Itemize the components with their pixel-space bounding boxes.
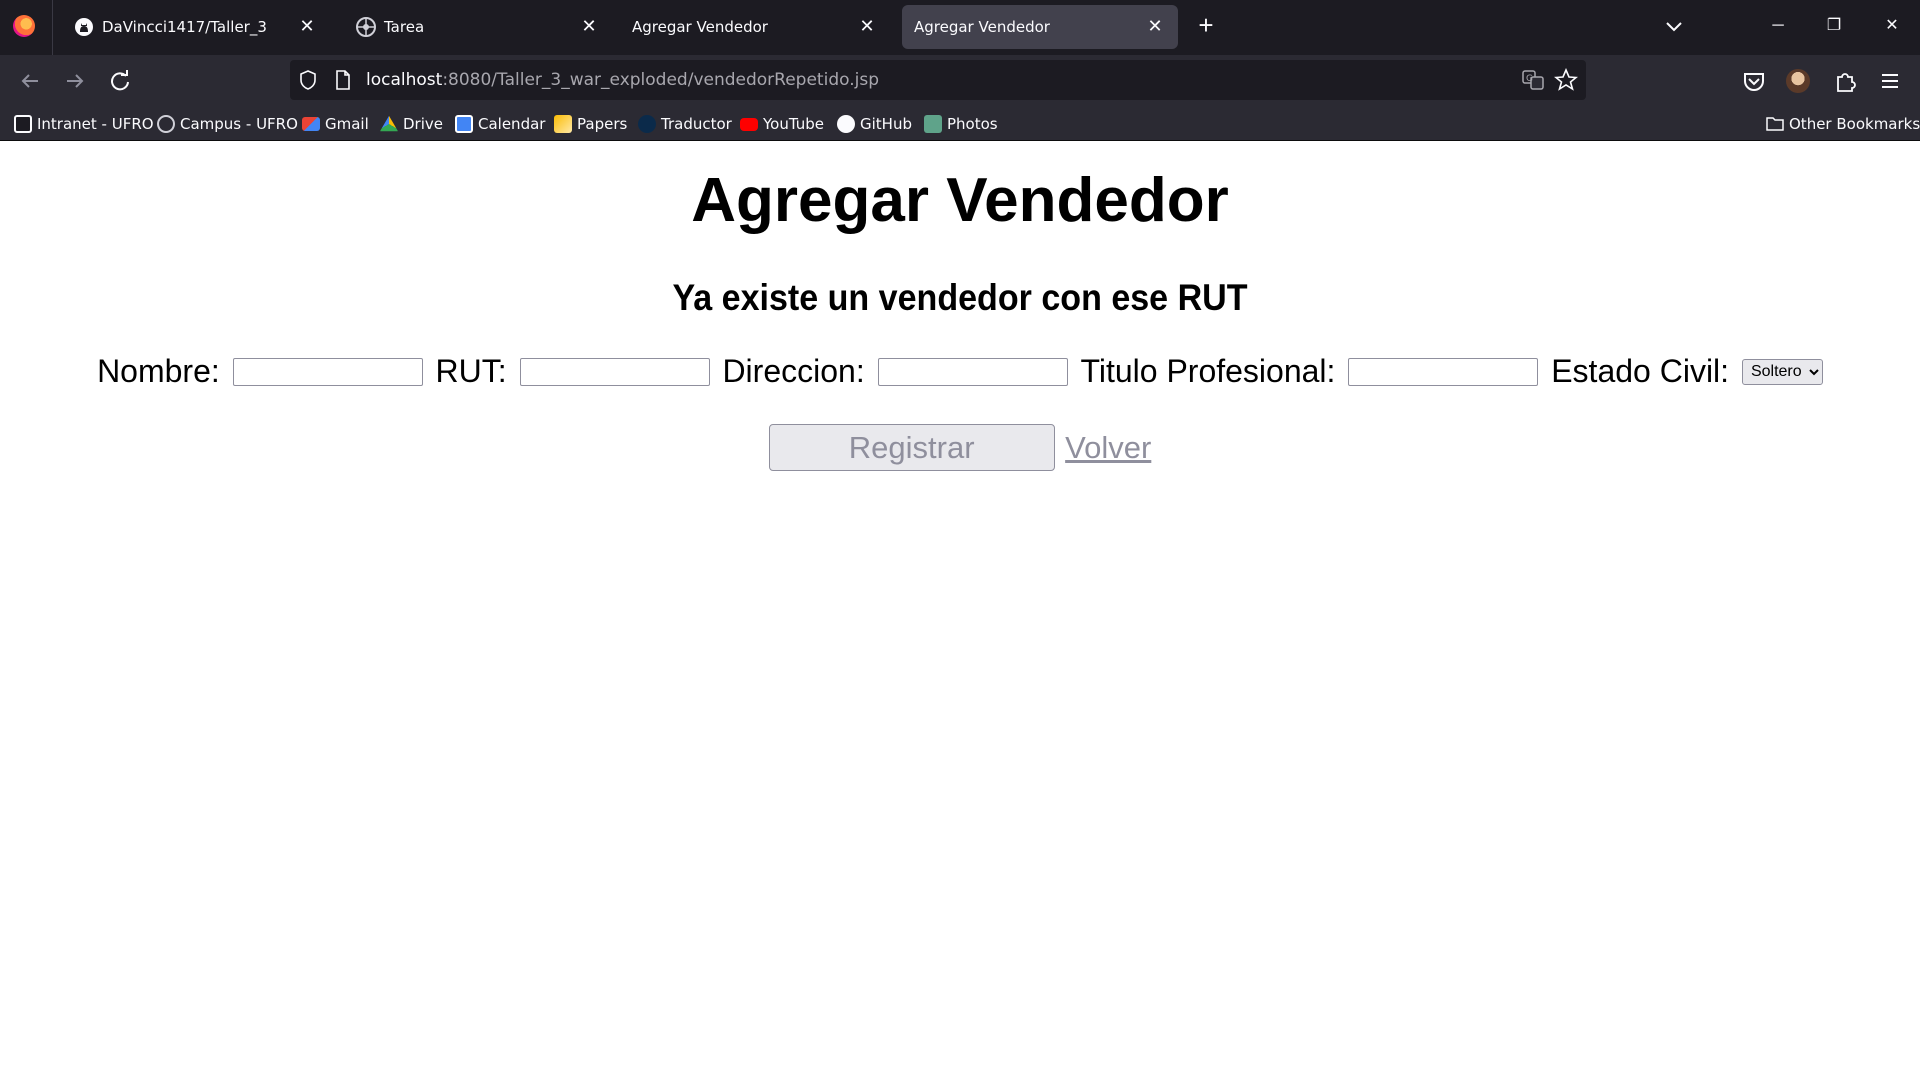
- chevron-down-icon[interactable]: [1662, 14, 1686, 38]
- shield-icon[interactable]: [298, 70, 318, 90]
- bookmark-label: Gmail: [325, 115, 369, 133]
- bookmark-gmail[interactable]: Gmail: [302, 113, 369, 135]
- url-host: localhost: [366, 70, 443, 90]
- menu-icon[interactable]: [1876, 67, 1904, 95]
- firefox-icon[interactable]: [13, 15, 35, 37]
- volver-link[interactable]: Volver: [1065, 430, 1151, 466]
- minimize-button[interactable]: ─: [1760, 10, 1796, 42]
- tab-strip: DaVincci1417/Taller_3 ✕ Tarea ✕ Agregar …: [0, 0, 1920, 55]
- account-avatar[interactable]: [1786, 69, 1810, 93]
- tab-separator: [52, 0, 53, 55]
- other-bookmarks[interactable]: Other Bookmarks: [1766, 113, 1920, 135]
- tab-label: Agregar Vendedor: [632, 18, 768, 36]
- form-actions: Registrar Volver: [0, 424, 1920, 471]
- bookmark-traductor[interactable]: Traductor: [638, 113, 732, 135]
- star-icon[interactable]: [1554, 68, 1578, 92]
- translate-icon[interactable]: G: [1522, 69, 1544, 91]
- bookmark-label: Traductor: [661, 115, 732, 133]
- bookmark-campus[interactable]: Campus - UFRO: [157, 113, 298, 135]
- bookmark-drive[interactable]: Drive: [380, 113, 443, 135]
- pocket-icon[interactable]: [1740, 67, 1768, 95]
- url-bar[interactable]: localhost:8080/Taller_3_war_exploded/ven…: [290, 60, 1586, 100]
- campus-icon: [356, 17, 376, 37]
- folder-icon: [1766, 117, 1784, 131]
- svg-text:G: G: [1526, 74, 1533, 84]
- page-title: Agregar Vendedor: [691, 166, 1229, 235]
- nombre-label: Nombre:: [97, 353, 220, 390]
- direccion-input[interactable]: [877, 357, 1068, 386]
- direccion-label: Direccion:: [722, 353, 865, 390]
- navigation-toolbar: localhost:8080/Taller_3_war_exploded/ven…: [0, 55, 1920, 107]
- bookmark-label: Photos: [947, 115, 998, 133]
- bookmark-calendar[interactable]: Calendar: [455, 113, 545, 135]
- tab-label: Tarea: [384, 18, 425, 36]
- bookmark-label: YouTube: [763, 115, 824, 133]
- campus-icon: [157, 115, 175, 133]
- tab-label: DaVincci1417/Taller_3: [102, 18, 267, 36]
- registrar-button[interactable]: Registrar: [768, 424, 1055, 471]
- back-icon[interactable]: [16, 67, 44, 95]
- bookmarks-toolbar: Intranet - UFRO Campus - UFRO Gmail Driv…: [0, 107, 1920, 141]
- github-icon: [75, 18, 93, 36]
- bookmark-label: GitHub: [860, 115, 912, 133]
- bookmark-label: Intranet - UFRO: [37, 115, 154, 133]
- nombre-input[interactable]: [232, 357, 423, 386]
- close-icon[interactable]: ✕: [296, 15, 318, 37]
- calendar-icon: [455, 115, 473, 133]
- restore-button[interactable]: ❐: [1816, 10, 1852, 42]
- url-path: :8080/Taller_3_war_exploded/vendedorRepe…: [442, 70, 879, 90]
- bookmark-label: Drive: [403, 115, 443, 133]
- bookmark-photos[interactable]: Photos: [924, 113, 998, 135]
- error-message: Ya existe un vendedor con ese RUT: [672, 277, 1248, 318]
- forward-icon[interactable]: [61, 67, 89, 95]
- tab-github[interactable]: DaVincci1417/Taller_3 ✕: [60, 5, 330, 49]
- extensions-icon[interactable]: [1832, 67, 1860, 95]
- translate-icon: [638, 115, 656, 133]
- rut-input[interactable]: [519, 357, 710, 386]
- url-text[interactable]: localhost:8080/Taller_3_war_exploded/ven…: [366, 70, 879, 90]
- close-icon[interactable]: ✕: [856, 15, 878, 37]
- tab-tarea[interactable]: Tarea ✕: [342, 5, 612, 49]
- other-bookmarks-label: Other Bookmarks: [1789, 115, 1920, 133]
- papers-icon: [554, 115, 572, 133]
- titulo-profesional-input[interactable]: [1348, 357, 1539, 386]
- bookmark-intranet[interactable]: Intranet - UFRO: [14, 113, 154, 135]
- youtube-icon: [740, 117, 758, 131]
- bookmark-github[interactable]: GitHub: [837, 113, 912, 135]
- drive-icon: [380, 115, 398, 132]
- page-icon[interactable]: [334, 70, 352, 90]
- github-icon: [837, 115, 855, 133]
- bookmark-papers[interactable]: Papers: [554, 113, 627, 135]
- gmail-icon: [302, 117, 320, 131]
- bookmark-label: Calendar: [478, 115, 546, 133]
- tab-label: Agregar Vendedor: [914, 18, 1050, 36]
- bookmark-label: Papers: [577, 115, 628, 133]
- bookmark-youtube[interactable]: YouTube: [740, 113, 824, 135]
- close-icon[interactable]: ✕: [1144, 15, 1166, 37]
- close-window-button[interactable]: ✕: [1874, 10, 1910, 42]
- estado-civil-label: Estado Civil:: [1551, 353, 1730, 390]
- titulo-profesional-label: Titulo Profesional:: [1080, 353, 1336, 390]
- bookmark-label: Campus - UFRO: [180, 115, 298, 133]
- intranet-icon: [14, 115, 32, 133]
- new-tab-button[interactable]: +: [1192, 10, 1220, 42]
- vendedor-form: Nombre: RUT: Direccion: Titulo Profesion…: [0, 351, 1920, 390]
- tab-agregar-vendedor-active[interactable]: Agregar Vendedor ✕: [902, 5, 1178, 49]
- close-icon[interactable]: ✕: [578, 15, 600, 37]
- reload-icon[interactable]: [106, 67, 134, 95]
- photos-icon: [924, 115, 942, 133]
- tab-agregar-vendedor[interactable]: Agregar Vendedor ✕: [620, 5, 890, 49]
- estado-civil-select[interactable]: Soltero: [1741, 358, 1823, 385]
- rut-label: RUT:: [435, 353, 507, 390]
- page-content: Agregar Vendedor Ya existe un vendedor c…: [0, 141, 1920, 1080]
